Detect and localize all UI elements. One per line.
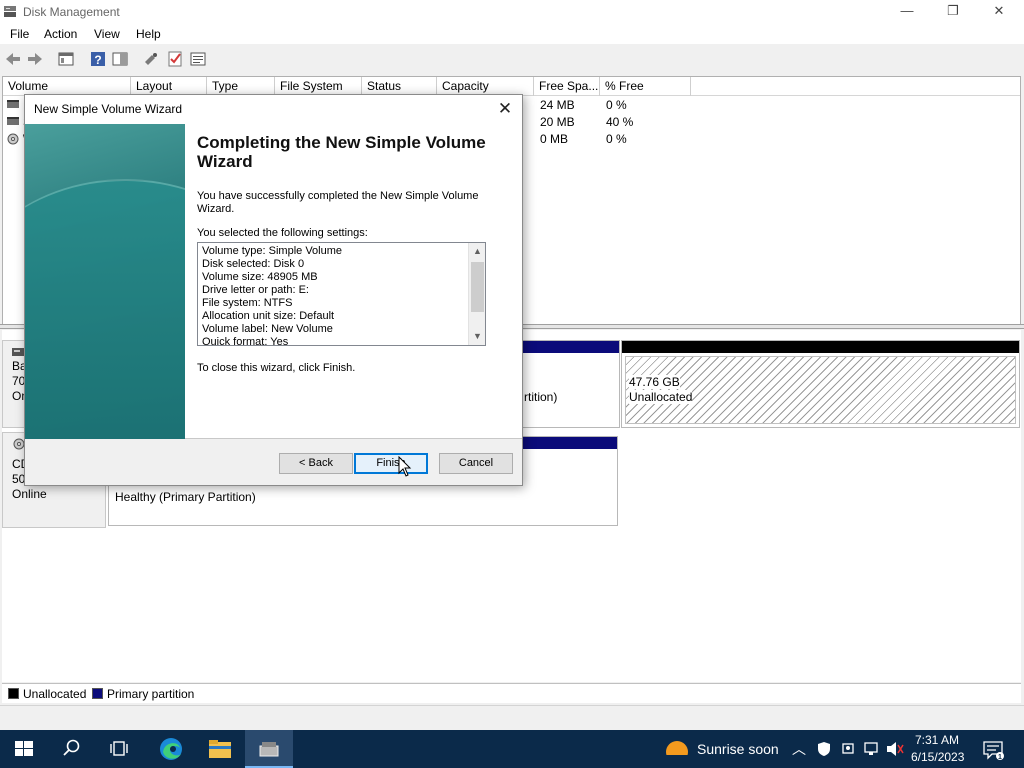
column-header-free-space[interactable]: Free Spa... — [534, 77, 600, 96]
scrollbar-thumb[interactable] — [471, 262, 484, 312]
wizard-banner-arc — [25, 179, 185, 439]
unallocated-partition-bar — [622, 341, 1019, 353]
properties-pane-icon[interactable] — [111, 50, 129, 68]
cdrom-status-text: Online — [12, 487, 47, 501]
restore-button[interactable]: ❐ — [930, 0, 976, 24]
volume-percent-free: 40 % — [606, 115, 634, 129]
volume-muted-icon[interactable] — [885, 730, 905, 768]
column-header-percent-free[interactable]: % Free — [600, 77, 691, 96]
tray-overflow-chevron-icon[interactable]: ︿ — [792, 739, 806, 759]
setting-volume-label: Volume label: New Volume — [202, 323, 333, 335]
setting-volume-size: Volume size: 48905 MB — [202, 271, 318, 283]
minimize-button[interactable]: — — [884, 0, 930, 24]
console-tree-icon[interactable] — [57, 50, 75, 68]
svg-text:?: ? — [94, 53, 101, 67]
clock-time[interactable]: 7:31 AM — [915, 733, 959, 747]
back-button[interactable]: < Back — [279, 453, 353, 474]
checklist-icon[interactable] — [166, 50, 184, 68]
menu-file[interactable]: File — [10, 27, 29, 41]
setting-allocation-unit-size: Allocation unit size: Default — [202, 310, 335, 322]
legend-swatch-primary — [92, 688, 103, 699]
svg-text:1: 1 — [998, 754, 1002, 761]
settings-scrollbar[interactable]: ▲ ▼ — [468, 243, 485, 345]
windows-start-icon[interactable] — [14, 730, 34, 768]
partition-status-text: Healthy (Primary Partition) — [115, 490, 256, 504]
wizard-banner-image — [25, 124, 185, 439]
volume-drive-icon — [7, 100, 19, 108]
connect-disk-icon[interactable] — [142, 50, 160, 68]
volume-free-space: 0 MB — [540, 132, 569, 146]
forward-arrow-icon[interactable] — [26, 50, 44, 68]
weather-sunrise-icon[interactable] — [663, 730, 691, 768]
network-icon[interactable] — [863, 730, 879, 768]
task-view-icon[interactable] — [109, 730, 129, 768]
file-explorer-icon[interactable] — [207, 730, 233, 768]
mouse-pointer-icon — [398, 456, 412, 477]
notifications-icon[interactable]: 1 — [982, 730, 1004, 768]
wizard-settings-textbox[interactable]: Volume type: Simple Volume Disk selected… — [197, 242, 486, 346]
volume-free-space: 24 MB — [540, 98, 575, 112]
menu-view[interactable]: View — [94, 27, 120, 41]
clock-date[interactable]: 6/15/2023 — [911, 750, 964, 764]
menu-help[interactable]: Help — [136, 27, 161, 41]
window-title: Disk Management — [23, 5, 120, 19]
unallocated-state: Unallocated — [629, 390, 693, 404]
legend-swatch-unallocated — [8, 688, 19, 699]
volume-percent-free: 0 % — [606, 98, 627, 112]
wizard-close-button[interactable]: ✕ — [493, 97, 517, 121]
wizard-body: Completing the New Simple Volume Wizard … — [25, 124, 522, 439]
legend: Unallocated Primary partition — [2, 683, 1021, 703]
unallocated-size: 47.76 GB — [629, 375, 680, 389]
wizard-close-hint: To close this wizard, click Finish. — [197, 362, 356, 374]
menu-bar: File Action View Help — [0, 24, 1024, 44]
menu-action[interactable]: Action — [44, 27, 77, 41]
disk-management-taskbar-button[interactable] — [245, 730, 293, 768]
wizard-success-text: You have successfully completed the New … — [197, 190, 479, 215]
legend-label-primary: Primary partition — [107, 687, 195, 701]
finish-button[interactable]: Finish — [354, 453, 428, 474]
close-button[interactable]: ✕ — [976, 0, 1022, 24]
unallocated-partition[interactable]: 47.76 GB Unallocated — [621, 340, 1020, 428]
wizard-title-bar: New Simple Volume Wizard ✕ — [25, 95, 522, 124]
cancel-button[interactable]: Cancel — [439, 453, 513, 474]
back-arrow-icon[interactable] — [4, 50, 22, 68]
toolbar: ? — [0, 46, 1024, 72]
partition-status-text: rtition) — [524, 390, 558, 404]
settings-list-icon[interactable] — [189, 50, 207, 68]
device-icon[interactable] — [840, 730, 856, 768]
setting-drive-letter: Drive letter or path: E: — [202, 284, 309, 296]
weather-text[interactable]: Sunrise soon — [697, 741, 779, 757]
scroll-up-arrow-icon[interactable]: ▲ — [469, 243, 485, 260]
setting-disk-selected: Disk selected: Disk 0 — [202, 258, 305, 270]
taskbar: Sunrise soon ︿ 7:31 AM 6/15/2023 1 — [0, 730, 1024, 768]
security-shield-icon[interactable] — [816, 730, 832, 768]
disk-management-app-icon — [4, 6, 16, 17]
wizard-settings-label: You selected the following settings: — [197, 227, 368, 239]
new-simple-volume-wizard-dialog: New Simple Volume Wizard ✕ Completing th… — [24, 94, 523, 486]
cd-drive-icon — [7, 133, 19, 145]
wizard-heading: Completing the New Simple Volume Wizard — [197, 133, 486, 171]
setting-quick-format: Quick format: Yes — [202, 336, 289, 346]
edge-icon[interactable] — [158, 730, 184, 768]
search-icon[interactable] — [62, 730, 82, 768]
volume-free-space: 20 MB — [540, 115, 575, 129]
help-icon[interactable]: ? — [89, 50, 107, 68]
scroll-down-arrow-icon[interactable]: ▼ — [469, 328, 485, 345]
wizard-title: New Simple Volume Wizard — [34, 102, 183, 116]
status-bar — [0, 705, 1024, 730]
legend-label-unallocated: Unallocated — [23, 687, 87, 701]
setting-volume-type: Volume type: Simple Volume — [202, 245, 343, 257]
disk-management-icon — [259, 742, 279, 757]
volume-percent-free: 0 % — [606, 132, 627, 146]
title-bar: Disk Management — ❐ ✕ — [0, 0, 1024, 24]
volume-drive-icon — [7, 117, 19, 125]
setting-file-system: File system: NTFS — [202, 297, 293, 309]
